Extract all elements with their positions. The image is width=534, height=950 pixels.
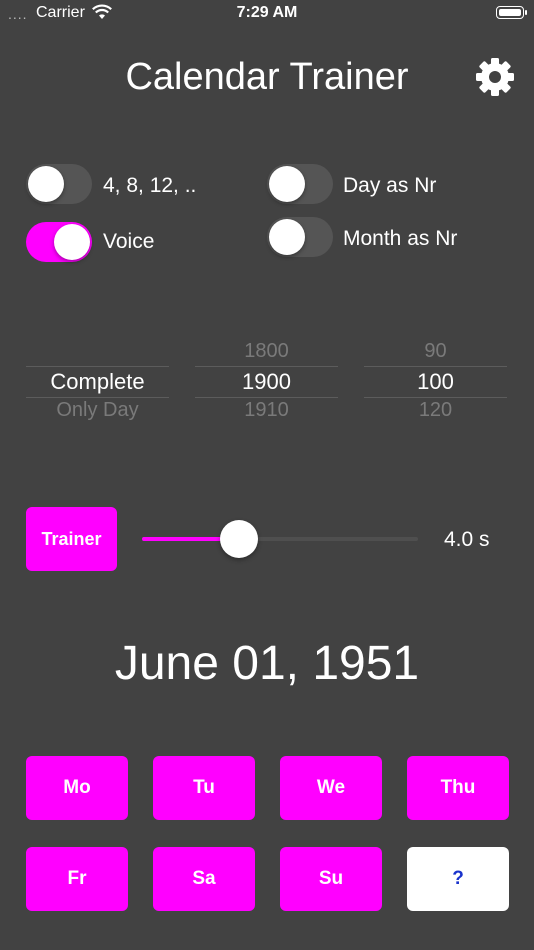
picker-above <box>26 338 169 366</box>
picker-above: 90 <box>424 340 447 362</box>
status-time: 7:29 AM <box>236 4 298 21</box>
picker-selected: 100 <box>417 369 454 394</box>
voice-toggle[interactable] <box>26 222 92 262</box>
toggle-knob <box>28 166 64 202</box>
day-button-tu[interactable]: Tu <box>153 756 255 820</box>
day-button-we[interactable]: We <box>280 756 382 820</box>
toggle-knob <box>54 224 90 260</box>
mode-picker[interactable]: Complete Only Day <box>26 338 169 426</box>
page-title: Calendar Trainer <box>125 56 409 98</box>
toggle-knob <box>269 166 305 202</box>
voice-label: Voice <box>103 230 155 253</box>
start-year-picker[interactable]: 1800 1900 1910 <box>195 338 338 426</box>
trainer-button[interactable]: Trainer <box>26 507 117 571</box>
battery-tip <box>525 10 527 15</box>
picker-selected: 1900 <box>242 369 291 394</box>
picker-below: 120 <box>418 399 453 421</box>
day-as-nr-toggle[interactable] <box>267 164 333 204</box>
month-as-nr-label: Month as Nr <box>343 227 458 250</box>
picker-below: Only Day <box>56 399 139 421</box>
day-button-mo[interactable]: Mo <box>26 756 128 820</box>
picker-above: 1800 <box>244 340 289 362</box>
interval-slider-thumb[interactable] <box>219 520 258 558</box>
day-button-fr[interactable]: Fr <box>26 847 128 911</box>
multiples-toggle[interactable] <box>26 164 92 204</box>
unknown-day-button[interactable]: ? <box>407 847 509 911</box>
interval-value: 4.0 s <box>444 528 490 551</box>
gear-icon[interactable] <box>474 56 516 98</box>
picker-below: 1910 <box>244 399 289 421</box>
day-button-sa[interactable]: Sa <box>153 847 255 911</box>
day-button-thu[interactable]: Thu <box>407 756 509 820</box>
day-as-nr-label: Day as Nr <box>343 174 437 197</box>
status-bar: .... Carrier 7:29 AM <box>0 0 534 28</box>
battery-icon <box>496 6 524 19</box>
picker-selected: Complete <box>50 369 145 394</box>
date-display: June 01, 1951 <box>114 637 420 690</box>
day-button-su[interactable]: Su <box>280 847 382 911</box>
multiples-label: 4, 8, 12, .. <box>103 174 197 197</box>
range-picker[interactable]: 90 100 120 <box>364 338 507 426</box>
month-as-nr-toggle[interactable] <box>267 217 333 257</box>
toggle-knob <box>269 219 305 255</box>
